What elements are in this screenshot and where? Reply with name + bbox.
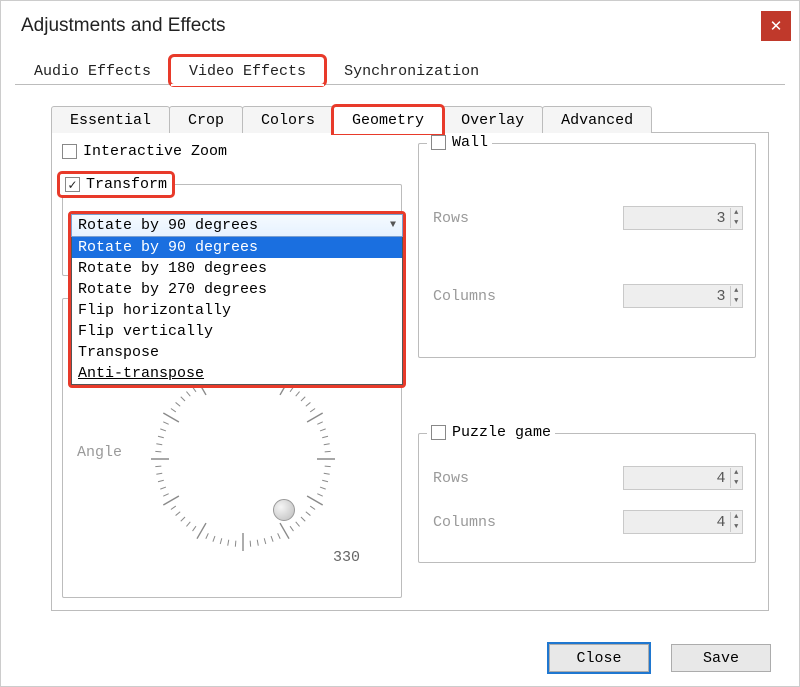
- spin-buttons[interactable]: ▲▼: [730, 286, 742, 306]
- spin-buttons[interactable]: ▲▼: [730, 468, 742, 488]
- tab-video-effects[interactable]: Video Effects: [170, 56, 325, 85]
- window-close-button[interactable]: ✕: [761, 11, 791, 41]
- transform-dropdown-list: Rotate by 90 degrees Rotate by 180 degre…: [71, 237, 403, 385]
- transform-label: Transform: [86, 176, 167, 193]
- tab-essential[interactable]: Essential: [51, 106, 170, 133]
- interactive-zoom-row: Interactive Zoom: [62, 143, 227, 160]
- transform-dropdown[interactable]: Rotate by 90 degrees ▼ Rotate by 90 degr…: [68, 211, 406, 388]
- wall-rows-label: Rows: [433, 210, 469, 227]
- puzzle-group-header: Puzzle game: [427, 424, 555, 441]
- transform-checkbox[interactable]: [65, 177, 80, 192]
- puzzle-rows-label: Rows: [433, 470, 469, 487]
- close-button[interactable]: Close: [549, 644, 649, 672]
- transform-option[interactable]: Transpose: [72, 342, 402, 363]
- tab-label: Synchronization: [344, 63, 479, 80]
- chevron-down-icon: ▼: [730, 218, 742, 228]
- puzzle-columns-label: Columns: [433, 514, 496, 531]
- tab-colors[interactable]: Colors: [242, 106, 334, 133]
- wall-rows-row: Rows ▲▼: [433, 206, 743, 230]
- tab-audio-effects[interactable]: Audio Effects: [15, 56, 170, 85]
- tab-overlay[interactable]: Overlay: [442, 106, 543, 133]
- sub-tab-bar: Essential Crop Colors Geometry Overlay A…: [51, 103, 769, 133]
- chevron-down-icon: ▼: [730, 522, 742, 532]
- puzzle-group: Puzzle game Rows ▲▼ Columns ▲▼: [418, 433, 756, 563]
- tab-label: Audio Effects: [34, 63, 151, 80]
- tab-label: Crop: [188, 112, 224, 129]
- wall-columns-label: Columns: [433, 288, 496, 305]
- puzzle-checkbox[interactable]: [431, 425, 446, 440]
- spin-buttons[interactable]: ▲▼: [730, 512, 742, 532]
- tab-label: Advanced: [561, 112, 633, 129]
- dial-knob-icon[interactable]: [273, 499, 295, 521]
- puzzle-rows-row: Rows ▲▼: [433, 466, 743, 490]
- chevron-down-icon: ▼: [730, 296, 742, 306]
- interactive-zoom-checkbox[interactable]: [62, 144, 77, 159]
- adjustments-effects-dialog: Adjustments and Effects ✕ Audio Effects …: [0, 0, 800, 687]
- window-title: Adjustments and Effects: [21, 15, 226, 37]
- transform-option[interactable]: Anti-transpose: [72, 363, 402, 384]
- tab-crop[interactable]: Crop: [169, 106, 243, 133]
- transform-selected-label: Rotate by 90 degrees: [78, 217, 258, 234]
- dialog-footer: Close Save: [549, 644, 771, 672]
- tab-synchronization[interactable]: Synchronization: [325, 56, 498, 85]
- angle-dial[interactable]: [143, 359, 343, 559]
- tab-label: Overlay: [461, 112, 524, 129]
- tab-label: Geometry: [352, 112, 424, 129]
- puzzle-columns-input[interactable]: [624, 513, 730, 532]
- transform-option[interactable]: Flip horizontally: [72, 300, 402, 321]
- transform-option[interactable]: Rotate by 270 degrees: [72, 279, 402, 300]
- wall-group: Wall Rows ▲▼ Columns ▲▼: [418, 143, 756, 358]
- titlebar: Adjustments and Effects ✕: [1, 1, 799, 51]
- chevron-up-icon: ▲: [730, 512, 742, 522]
- tab-label: Colors: [261, 112, 315, 129]
- transform-dropdown-selected[interactable]: Rotate by 90 degrees ▼: [71, 214, 403, 237]
- wall-label: Wall: [452, 134, 488, 151]
- top-tab-bar: Audio Effects Video Effects Synchronizat…: [1, 51, 799, 85]
- angle-label: Angle: [77, 444, 122, 461]
- transform-option[interactable]: Rotate by 90 degrees: [72, 237, 402, 258]
- puzzle-rows-input[interactable]: [624, 469, 730, 488]
- puzzle-columns-row: Columns ▲▼: [433, 510, 743, 534]
- dial-tick-label: 330: [333, 549, 360, 566]
- puzzle-label: Puzzle game: [452, 424, 551, 441]
- transform-option[interactable]: Flip vertically: [72, 321, 402, 342]
- wall-columns-input[interactable]: [624, 287, 730, 306]
- tab-geometry[interactable]: Geometry: [333, 106, 443, 133]
- button-label: Close: [576, 650, 621, 667]
- chevron-up-icon: ▲: [730, 208, 742, 218]
- tab-label: Video Effects: [189, 63, 306, 80]
- wall-columns-spinbox[interactable]: ▲▼: [623, 284, 743, 308]
- transform-option[interactable]: Rotate by 180 degrees: [72, 258, 402, 279]
- chevron-down-icon: ▼: [730, 478, 742, 488]
- save-button[interactable]: Save: [671, 644, 771, 672]
- puzzle-columns-spinbox[interactable]: ▲▼: [623, 510, 743, 534]
- chevron-up-icon: ▲: [730, 286, 742, 296]
- button-label: Save: [703, 650, 739, 667]
- wall-rows-input[interactable]: [624, 209, 730, 228]
- wall-columns-row: Columns ▲▼: [433, 284, 743, 308]
- tab-advanced[interactable]: Advanced: [542, 106, 652, 133]
- chevron-down-icon: ▼: [390, 220, 396, 231]
- dial-ticks-icon: [143, 359, 343, 559]
- tab-label: Essential: [70, 112, 151, 129]
- puzzle-rows-spinbox[interactable]: ▲▼: [623, 466, 743, 490]
- interactive-zoom-label: Interactive Zoom: [83, 143, 227, 160]
- wall-group-header: Wall: [427, 134, 492, 151]
- spin-buttons[interactable]: ▲▼: [730, 208, 742, 228]
- wall-checkbox[interactable]: [431, 135, 446, 150]
- transform-checkbox-wrap: Transform: [59, 173, 173, 196]
- wall-rows-spinbox[interactable]: ▲▼: [623, 206, 743, 230]
- geometry-panel: Interactive Zoom Transform Rotate Angle: [51, 133, 769, 611]
- chevron-up-icon: ▲: [730, 468, 742, 478]
